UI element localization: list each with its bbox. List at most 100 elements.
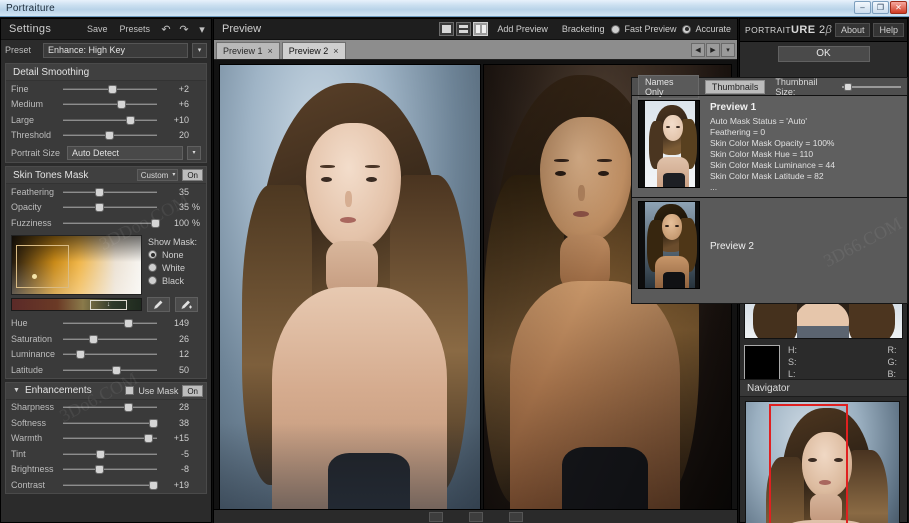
slider-saturation-knob[interactable]	[89, 334, 99, 344]
color-selection-point[interactable]	[32, 273, 37, 279]
slider-latitude-knob[interactable]	[112, 365, 121, 375]
slider-luminance[interactable]: Luminance 12	[6, 347, 206, 363]
preview-bottom-button-3[interactable]	[508, 511, 523, 522]
preview-tab-2[interactable]: Preview 2 ×	[281, 42, 346, 59]
slider-fine-knob[interactable]	[108, 84, 118, 94]
slider-tint-track[interactable]	[63, 448, 161, 460]
slider-contrast[interactable]: Contrast +19	[6, 477, 206, 493]
slider-saturation[interactable]: Saturation 26	[6, 331, 206, 347]
dropdown-item-preview-2[interactable]: Preview 2	[632, 197, 907, 293]
preview-bottom-button-1[interactable]	[428, 511, 443, 522]
add-preview-button[interactable]: Add Preview	[490, 22, 555, 36]
preview-tab-2-close-icon[interactable]: ×	[333, 46, 338, 56]
slider-sharpness[interactable]: Sharpness 28	[6, 400, 206, 416]
undo-icon[interactable]: ↶	[157, 23, 175, 36]
single-pane-icon[interactable]	[439, 22, 455, 36]
preset-select[interactable]: Enhance: High Key	[43, 42, 188, 58]
horizontal-split-icon[interactable]	[456, 22, 472, 36]
hue-range-strip[interactable]: ↓	[11, 297, 142, 311]
slider-sharpness-track[interactable]	[63, 401, 161, 413]
slider-fine-track[interactable]	[63, 83, 161, 95]
minimize-button[interactable]: –	[854, 1, 871, 14]
tab-next-icon[interactable]: ▶	[706, 43, 720, 57]
slider-contrast-knob[interactable]	[149, 480, 159, 490]
slider-contrast-track[interactable]	[63, 479, 161, 491]
slider-fuzziness-track[interactable]	[63, 217, 161, 229]
slider-saturation-track[interactable]	[63, 333, 161, 345]
fast-preview-option[interactable]: Fast Preview	[611, 24, 676, 34]
portrait-size-select[interactable]: Auto Detect	[67, 145, 183, 160]
show-mask-option-none[interactable]: None	[148, 250, 197, 260]
slider-softness[interactable]: Softness 38	[6, 415, 206, 431]
slider-warmth-track[interactable]	[63, 432, 161, 444]
thumbnail-size-knob[interactable]	[844, 82, 853, 91]
names-only-tab[interactable]: Names Only	[638, 74, 699, 99]
slider-medium[interactable]: Medium +6	[6, 97, 206, 113]
tab-menu-icon[interactable]: ▾	[721, 43, 735, 57]
preview-tab-1-close-icon[interactable]: ×	[268, 46, 273, 56]
slider-threshold-knob[interactable]	[105, 131, 115, 141]
slider-softness-knob[interactable]	[149, 418, 159, 428]
slider-opacity[interactable]: Opacity 35 %	[6, 200, 206, 216]
preview-image-left[interactable]	[219, 64, 481, 514]
thumbnail-size-slider[interactable]	[842, 82, 901, 92]
dropdown-item-preview-1[interactable]: Preview 1 Auto Mask Status = 'Auto' Feat…	[631, 95, 908, 198]
slider-sharpness-knob[interactable]	[123, 403, 133, 413]
navigator-viewport-rect[interactable]	[769, 404, 848, 523]
about-button[interactable]: About	[834, 23, 871, 37]
slider-threshold[interactable]: Threshold 20	[6, 128, 206, 144]
slider-latitude-track[interactable]	[63, 364, 161, 376]
show-mask-option-white[interactable]: White	[148, 263, 197, 273]
slider-threshold-track[interactable]	[63, 129, 161, 141]
slider-fuzziness[interactable]: Fuzziness 100 %	[6, 215, 206, 231]
slider-feathering-track[interactable]	[63, 186, 161, 198]
presets-button[interactable]: Presets	[114, 22, 155, 36]
close-button[interactable]: ✕	[890, 1, 907, 14]
preview-bottom-button-2[interactable]	[468, 511, 483, 522]
tab-prev-icon[interactable]: ◀	[691, 43, 705, 57]
slider-hue-track[interactable]	[63, 317, 161, 329]
color-selection-rect[interactable]	[16, 244, 69, 288]
enhancements-on-toggle[interactable]: On	[182, 384, 203, 397]
preset-dropdown-icon[interactable]: ▾	[192, 42, 207, 58]
slider-hue-knob[interactable]	[123, 319, 133, 329]
color-gradient-field[interactable]	[11, 234, 142, 295]
slider-tint-knob[interactable]	[96, 449, 106, 459]
slider-latitude[interactable]: Latitude 50	[6, 362, 206, 378]
thumbnails-tab[interactable]: Thumbnails	[704, 79, 766, 94]
slider-large-track[interactable]	[63, 114, 161, 126]
navigator-view[interactable]	[745, 401, 900, 523]
accurate-option[interactable]: Accurate	[682, 24, 731, 34]
radio-white-icon[interactable]	[148, 263, 157, 272]
skin-tones-on-toggle[interactable]: On	[182, 169, 203, 181]
preview-tab-1[interactable]: Preview 1 ×	[216, 42, 280, 59]
slider-fuzziness-knob[interactable]	[151, 218, 161, 228]
slider-large[interactable]: Large +10	[6, 112, 206, 128]
slider-large-knob[interactable]	[125, 115, 135, 125]
slider-feathering-knob[interactable]	[95, 187, 105, 197]
vertical-split-icon[interactable]	[473, 22, 489, 36]
portrait-size-dropdown-icon[interactable]: ▾	[187, 145, 201, 160]
color-swatch[interactable]	[744, 345, 780, 381]
use-mask-checkbox[interactable]	[125, 386, 135, 395]
slider-luminance-knob[interactable]	[75, 350, 85, 360]
radio-black-icon[interactable]	[148, 276, 157, 285]
slider-opacity-knob[interactable]	[95, 203, 105, 213]
maximize-button[interactable]: ❐	[872, 1, 889, 14]
slider-softness-track[interactable]	[63, 417, 161, 429]
eyedropper-icon[interactable]	[147, 296, 170, 312]
help-button[interactable]: Help	[873, 23, 904, 37]
enhancements-collapse-icon[interactable]: ▼	[13, 387, 20, 394]
slider-medium-knob[interactable]	[116, 100, 126, 110]
slider-brightness[interactable]: Brightness -8	[6, 462, 206, 478]
radio-fast-preview-icon[interactable]	[611, 24, 621, 34]
settings-menu-icon[interactable]: ▾	[193, 23, 211, 36]
ok-button[interactable]: OK	[777, 45, 870, 62]
slider-medium-track[interactable]	[63, 98, 161, 110]
slider-brightness-knob[interactable]	[95, 465, 105, 475]
radio-accurate-icon[interactable]	[682, 24, 692, 34]
slider-tint[interactable]: Tint -5	[6, 446, 206, 462]
hue-range-handle[interactable]: ↓	[90, 299, 127, 310]
eyedropper-plus-icon[interactable]	[175, 296, 198, 312]
slider-warmth[interactable]: Warmth +15	[6, 431, 206, 447]
